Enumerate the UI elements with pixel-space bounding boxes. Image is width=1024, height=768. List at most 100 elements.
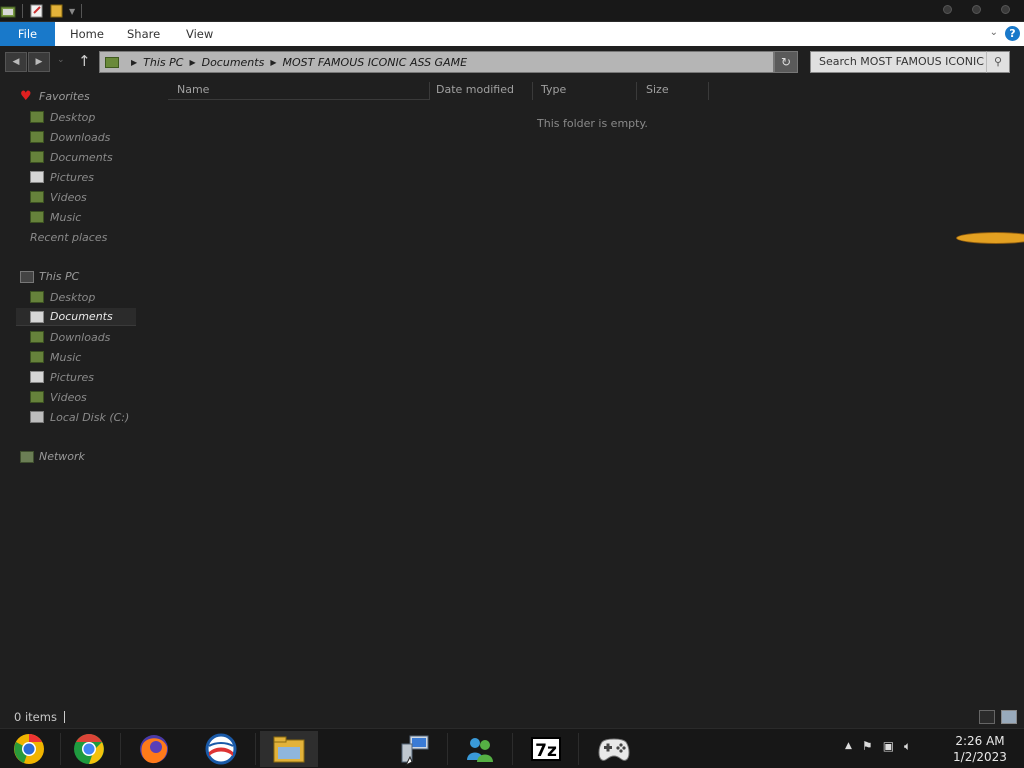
taskbar-clock[interactable]: 2:26 AM 1/2/2023	[940, 733, 1020, 765]
nav-group-favorites[interactable]: ♥ Favorites	[20, 90, 90, 104]
item-count: 0 items	[14, 710, 57, 724]
network-connections-icon	[401, 735, 429, 766]
sidebar-item-downloads[interactable]: Downloads	[16, 128, 136, 146]
forward-button[interactable]: ▶	[28, 52, 50, 72]
column-header-type[interactable]: Type	[532, 82, 637, 100]
sidebar-item-desktop[interactable]: Desktop	[16, 108, 136, 126]
up-arrow-icon[interactable]: ↑	[78, 52, 91, 70]
file-explorer-icon	[273, 736, 305, 763]
empty-folder-message: This folder is empty.	[537, 117, 648, 130]
breadcrumb-chevron-icon[interactable]: ▶	[270, 58, 276, 67]
status-divider	[64, 711, 65, 723]
recent-locations-icon[interactable]: ⌄	[57, 55, 65, 65]
firefox-taskbar-button[interactable]	[125, 731, 183, 767]
sidebar-item-label: Videos	[50, 390, 87, 404]
navigation-pane: ♥ Favorites Desktop Downloads Documents …	[0, 78, 1024, 706]
close-button[interactable]	[1001, 5, 1010, 14]
downloads-folder-icon	[30, 131, 44, 143]
toolbar-separator	[22, 4, 23, 18]
help-icon[interactable]: ?	[1005, 26, 1020, 41]
desktop-folder-icon	[30, 111, 44, 123]
network-status-icon[interactable]: ▣	[883, 739, 894, 754]
game-controller-icon	[598, 738, 630, 761]
column-header-date-modified[interactable]: Date modified	[427, 82, 533, 100]
properties-icon[interactable]	[29, 4, 45, 18]
network-icon	[20, 450, 34, 463]
chrome-canary-taskbar-button[interactable]	[0, 731, 58, 767]
sidebar-item-label: Music	[50, 350, 82, 364]
action-center-flag-icon[interactable]: ⚑	[862, 739, 873, 754]
sidebar-item-pc-desktop[interactable]: Desktop	[16, 288, 136, 306]
sidebar-item-recent-places[interactable]: Recent places	[16, 228, 1024, 246]
nav-group-label: Network	[39, 450, 85, 463]
sidebar-item-pc-pictures[interactable]: Pictures	[16, 368, 136, 386]
explorer-app-icon[interactable]	[0, 4, 16, 18]
downloads-folder-icon	[30, 331, 44, 343]
messenger-icon	[467, 738, 493, 762]
expand-ribbon-icon[interactable]: ⌄	[990, 27, 998, 38]
sidebar-item-pc-documents[interactable]: Documents	[16, 308, 136, 326]
firefox-icon	[140, 735, 168, 764]
column-header-size[interactable]: Size	[637, 82, 709, 100]
clock-date: 1/2/2023	[953, 750, 1007, 764]
sidebar-item-label: Videos	[50, 190, 87, 204]
search-icon[interactable]: ⚲	[986, 51, 1010, 73]
sidebar-item-label: Pictures	[50, 370, 95, 384]
breadcrumb-current-folder[interactable]: MOST FAMOUS ICONIC ASS GAME	[282, 56, 467, 69]
7-zip-label: 7z	[535, 741, 557, 761]
taskbar-separator	[578, 733, 579, 765]
sidebar-item-music[interactable]: Music	[16, 208, 136, 226]
toolbar-separator	[81, 4, 83, 18]
sidebar-item-pc-downloads[interactable]: Downloads	[16, 328, 136, 346]
breadcrumb-documents[interactable]: Documents	[202, 56, 265, 69]
sidebar-item-label: Desktop	[50, 110, 96, 124]
network-connections-taskbar-button[interactable]	[386, 731, 444, 767]
nav-group-label: Favorites	[39, 90, 90, 103]
breadcrumb-chevron-icon[interactable]: ▶	[189, 58, 195, 67]
tab-view[interactable]: View	[186, 22, 213, 46]
minimize-button[interactable]	[943, 5, 952, 14]
customize-toolbar-icon[interactable]: ▼	[69, 7, 75, 16]
sidebar-item-documents[interactable]: Documents	[16, 148, 136, 166]
large-icons-view-button[interactable]	[1001, 710, 1017, 724]
file-explorer-taskbar-button[interactable]	[260, 731, 318, 767]
nav-group-network[interactable]: Network	[20, 450, 85, 463]
taskbar-separator	[512, 733, 513, 765]
music-folder-icon	[30, 211, 44, 223]
7-zip-taskbar-button[interactable]: 7z	[517, 731, 575, 767]
sidebar-item-pictures[interactable]: Pictures	[16, 168, 136, 186]
messenger-taskbar-button[interactable]	[451, 731, 509, 767]
nav-group-this-pc[interactable]: This PC	[20, 270, 79, 283]
maximize-button[interactable]	[972, 5, 981, 14]
search-input[interactable]: Search MOST FAMOUS ICONIC ...	[810, 51, 1010, 73]
game-controller-taskbar-button[interactable]	[585, 731, 643, 767]
show-hidden-icons-icon[interactable]: ▲	[845, 741, 852, 754]
sidebar-item-label: Desktop	[50, 290, 96, 304]
tab-file[interactable]: File	[0, 22, 55, 46]
sidebar-item-label: Recent places	[30, 230, 108, 244]
breadcrumb-chevron-icon[interactable]: ▶	[131, 58, 137, 67]
refresh-button[interactable]: ↻	[774, 51, 798, 73]
chrome-taskbar-button[interactable]	[60, 731, 118, 767]
taskbar-separator	[120, 733, 121, 765]
sidebar-item-pc-videos[interactable]: Videos	[16, 388, 136, 406]
back-button[interactable]: ◀	[5, 52, 27, 72]
volume-icon[interactable]: 🔈︎	[904, 739, 911, 754]
sidebar-item-local-disk[interactable]: Local Disk (C:)	[16, 408, 136, 426]
tab-home[interactable]: Home	[70, 22, 104, 46]
recent-places-icon	[956, 232, 1024, 244]
tab-share[interactable]: Share	[127, 22, 160, 46]
sidebar-item-pc-music[interactable]: Music	[16, 348, 136, 366]
new-folder-icon[interactable]	[49, 4, 65, 18]
breadcrumb-this-pc[interactable]: This PC	[143, 56, 183, 69]
details-view-button[interactable]	[979, 710, 995, 724]
sidebar-item-videos[interactable]: Videos	[16, 188, 136, 206]
column-header-name[interactable]: Name	[168, 82, 430, 100]
sidebar-item-label: Local Disk (C:)	[50, 410, 130, 424]
windows-live-taskbar-button[interactable]	[192, 731, 250, 767]
address-bar[interactable]: ▶ This PC ▶ Documents ▶ MOST FAMOUS ICON…	[99, 51, 774, 73]
ribbon-tabs: File Home Share View ⌄ ?	[0, 22, 1024, 46]
pictures-folder-icon	[30, 171, 44, 183]
taskbar-separator	[255, 733, 256, 765]
taskbar-empty-slot	[323, 731, 381, 767]
